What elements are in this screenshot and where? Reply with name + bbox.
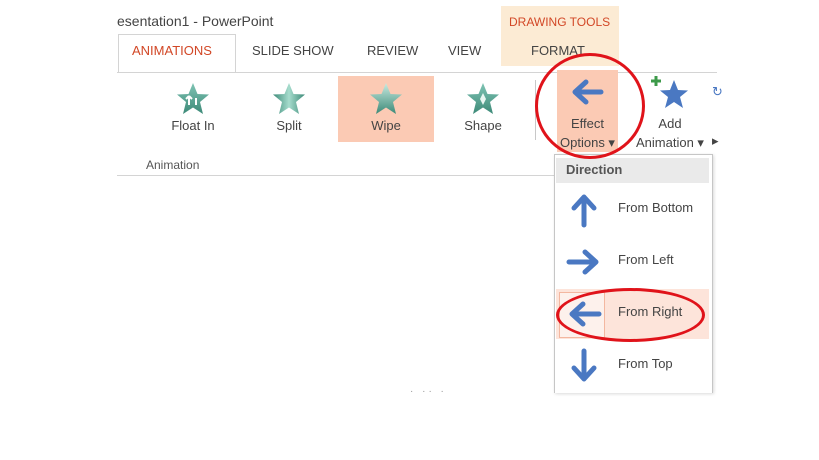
arrow-down-icon <box>571 348 597 382</box>
split-star-icon <box>273 83 305 114</box>
arrow-right-icon <box>566 249 599 275</box>
tab-review[interactable]: REVIEW <box>367 43 418 58</box>
float-in-label: Float In <box>171 118 215 133</box>
animation-wipe[interactable]: Wipe <box>338 76 434 142</box>
direction-from-bottom[interactable]: From Bottom <box>556 185 709 235</box>
animation-split[interactable]: Split <box>241 76 337 142</box>
wipe-star-icon <box>370 83 402 114</box>
truncated-ribbon-label: ▸ <box>712 133 719 148</box>
tab-slide-show[interactable]: SLIDE SHOW <box>252 43 334 58</box>
direction-from-top[interactable]: From Top <box>556 341 709 391</box>
shape-label: Shape <box>464 118 502 133</box>
wipe-label: Wipe <box>371 118 401 133</box>
truncated-ribbon-icon: ↻ <box>712 84 723 99</box>
arrow-up-icon <box>571 194 597 228</box>
direction-from-left[interactable]: From Left <box>556 237 709 287</box>
add-animation-label-line2: Animation ▾ <box>636 135 704 150</box>
drawing-tools-label: DRAWING TOOLS <box>509 15 611 29</box>
from-bottom-label: From Bottom <box>618 200 694 215</box>
highlight-ring-effect-options <box>535 53 645 159</box>
animation-float-in[interactable]: Float In <box>145 76 241 142</box>
from-top-label: From Top <box>618 356 673 371</box>
split-label: Split <box>276 118 302 133</box>
animation-group-label: Animation <box>146 158 200 172</box>
group-divider <box>117 175 554 176</box>
float-in-star-icon <box>177 83 209 114</box>
slide-artifact: · ·· · <box>410 386 447 397</box>
direction-header-label: Direction <box>566 162 623 177</box>
window-title: esentation1 - PowerPoint <box>117 13 274 29</box>
animation-shape[interactable]: Shape <box>435 76 531 142</box>
highlight-ring-from-right <box>556 288 705 342</box>
from-left-label: From Left <box>618 252 674 267</box>
shape-star-icon <box>467 83 499 114</box>
add-star-icon <box>651 76 688 108</box>
tab-animations[interactable]: ANIMATIONS <box>132 43 212 58</box>
tab-view[interactable]: VIEW <box>448 43 481 58</box>
